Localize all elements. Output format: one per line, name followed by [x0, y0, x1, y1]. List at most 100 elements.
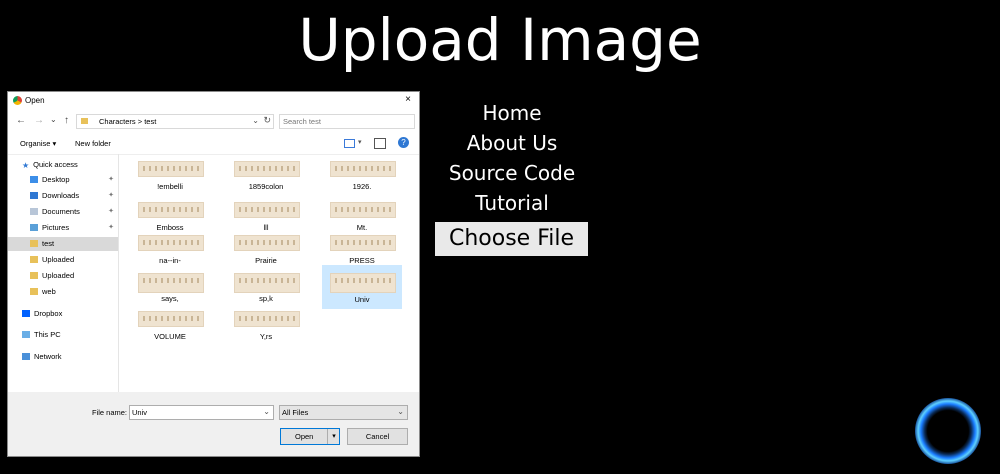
sidebar-item-label: Uploaded: [42, 255, 75, 264]
chevron-down-icon[interactable]: ⌄: [397, 407, 404, 416]
nav-menu: Home About Us Source Code Tutorial: [412, 98, 612, 218]
sidebar-item-this-pc[interactable]: This PC: [22, 328, 118, 342]
nav-home[interactable]: Home: [412, 98, 612, 128]
file-label: Emboss: [156, 223, 184, 232]
sidebar-item-label: Documents: [42, 207, 80, 216]
toolbar: Organise ▾ New folder ▾ ?: [8, 132, 419, 155]
view-dropdown-icon[interactable]: ▾: [358, 138, 362, 146]
folder-icon: [30, 272, 38, 279]
chevron-down-icon[interactable]: ⌄: [252, 116, 259, 125]
sidebar-item-quick-access[interactable]: ★ Quick access: [22, 158, 118, 172]
search-input[interactable]: Search test: [279, 114, 415, 129]
file-label: VOLUME: [154, 332, 186, 341]
chevron-down-icon[interactable]: ⌄: [263, 407, 270, 416]
sidebar-item-desktop[interactable]: Desktop ✦: [30, 173, 118, 187]
file-item[interactable]: VOLUME: [130, 309, 210, 347]
file-thumbnail: [138, 235, 204, 251]
file-label: Y,rs: [259, 332, 273, 341]
file-grid: !embelli 1859colon 1926. Emboss lll Mt. …: [120, 156, 419, 392]
forward-arrow-icon[interactable]: →: [34, 115, 44, 126]
dialog-footer: File name: Univ ⌄ All Files ⌄ Open ▾ Cancel: [8, 392, 419, 456]
pin-icon: ✦: [108, 176, 114, 183]
dialog-titlebar: Open ×: [8, 92, 419, 110]
file-name-input[interactable]: Univ ⌄: [129, 405, 274, 420]
address-bar: ← → ⌄ ↑ Characters > test ⌄ ↻ Search tes…: [8, 112, 419, 130]
choose-file-button[interactable]: Choose File: [435, 222, 588, 256]
file-item[interactable]: sp,k: [226, 271, 306, 309]
file-label: 1926.: [352, 182, 372, 191]
help-icon[interactable]: ?: [398, 137, 409, 148]
folder-icon: [30, 240, 38, 247]
breadcrumb[interactable]: Characters > test ⌄ ↻: [76, 114, 274, 129]
pane-divider: [118, 154, 119, 392]
file-name-label: File name:: [92, 408, 128, 417]
computer-icon: [22, 331, 30, 338]
dropbox-icon: [22, 310, 30, 317]
file-label: Mt.: [356, 223, 368, 232]
refresh-icon[interactable]: ↻: [263, 115, 271, 126]
file-item-selected[interactable]: Univ: [322, 265, 402, 309]
file-thumbnail: [234, 235, 300, 251]
new-folder-button[interactable]: New folder: [75, 139, 111, 148]
file-type-select[interactable]: All Files ⌄: [279, 405, 408, 420]
close-icon[interactable]: ×: [405, 94, 411, 105]
back-arrow-icon[interactable]: ←: [16, 115, 26, 126]
sidebar-item-uploaded-2[interactable]: Uploaded: [30, 269, 118, 283]
file-item[interactable]: Y,rs: [226, 309, 306, 347]
dialog-title: Open: [25, 96, 45, 105]
nav-about-us[interactable]: About Us: [412, 128, 612, 158]
file-label: na--in-: [159, 256, 181, 265]
file-item[interactable]: says,: [130, 271, 210, 309]
nav-tutorial[interactable]: Tutorial: [412, 188, 612, 218]
sidebar-item-label: Network: [34, 352, 62, 361]
sidebar-item-network[interactable]: Network: [22, 350, 118, 364]
file-label: PRESS: [349, 256, 375, 265]
open-button-label: Open: [295, 432, 314, 441]
star-icon: ★: [22, 161, 30, 170]
file-thumbnail: [138, 273, 204, 293]
organise-button[interactable]: Organise ▾: [20, 139, 56, 148]
open-file-dialog: Open × ← → ⌄ ↑ Characters > test ⌄ ↻ Sea…: [7, 91, 420, 457]
file-item[interactable]: !embelli: [130, 159, 210, 197]
file-thumbnail: [234, 161, 300, 177]
nav-source-code[interactable]: Source Code: [412, 158, 612, 188]
desktop-icon: [30, 176, 38, 183]
file-item[interactable]: 1859colon: [226, 159, 306, 197]
preview-pane-icon[interactable]: [374, 138, 386, 149]
cancel-button[interactable]: Cancel: [347, 428, 408, 445]
file-item[interactable]: Prairie: [226, 233, 306, 271]
recent-locations-icon[interactable]: ⌄: [50, 115, 57, 124]
up-arrow-icon[interactable]: ↑: [64, 115, 69, 126]
file-item[interactable]: na--in-: [130, 233, 210, 271]
folder-icon: [81, 118, 88, 124]
page-title: Upload Image: [298, 6, 702, 74]
sidebar-item-web[interactable]: web: [30, 285, 118, 299]
breadcrumb-path[interactable]: Characters > test: [99, 117, 156, 126]
sidebar-item-uploaded[interactable]: Uploaded: [30, 253, 118, 267]
view-icon[interactable]: [344, 139, 355, 148]
sidebar-item-label: Dropbox: [34, 309, 63, 318]
file-label: Prairie: [255, 256, 277, 265]
open-button[interactable]: Open ▾: [280, 428, 340, 445]
file-item[interactable]: 1926.: [322, 159, 402, 197]
open-dropdown-icon[interactable]: ▾: [327, 429, 340, 444]
file-thumbnail: [234, 202, 300, 218]
sidebar-item-pictures[interactable]: Pictures ✦: [30, 221, 118, 235]
file-label: 1859colon: [248, 182, 284, 191]
navigation-pane: ★ Quick access Desktop ✦ Downloads ✦ Docume…: [8, 156, 118, 392]
file-thumbnail: [330, 273, 396, 293]
pin-icon: ✦: [108, 208, 114, 215]
file-label: sp,k: [259, 294, 273, 303]
pin-icon: ✦: [108, 192, 114, 199]
sidebar-item-downloads[interactable]: Downloads ✦: [30, 189, 118, 203]
sidebar-item-test[interactable]: test: [8, 237, 118, 251]
file-label: Univ: [354, 295, 370, 304]
folder-icon: [30, 288, 38, 295]
sidebar-item-dropbox[interactable]: Dropbox: [22, 307, 118, 321]
file-thumbnail: [330, 202, 396, 218]
sidebar-item-label: Desktop: [42, 175, 70, 184]
sidebar-item-documents[interactable]: Documents ✦: [30, 205, 118, 219]
search-placeholder: Search test: [283, 117, 321, 126]
picture-icon: [30, 224, 38, 231]
file-name-value: Univ: [132, 408, 148, 417]
